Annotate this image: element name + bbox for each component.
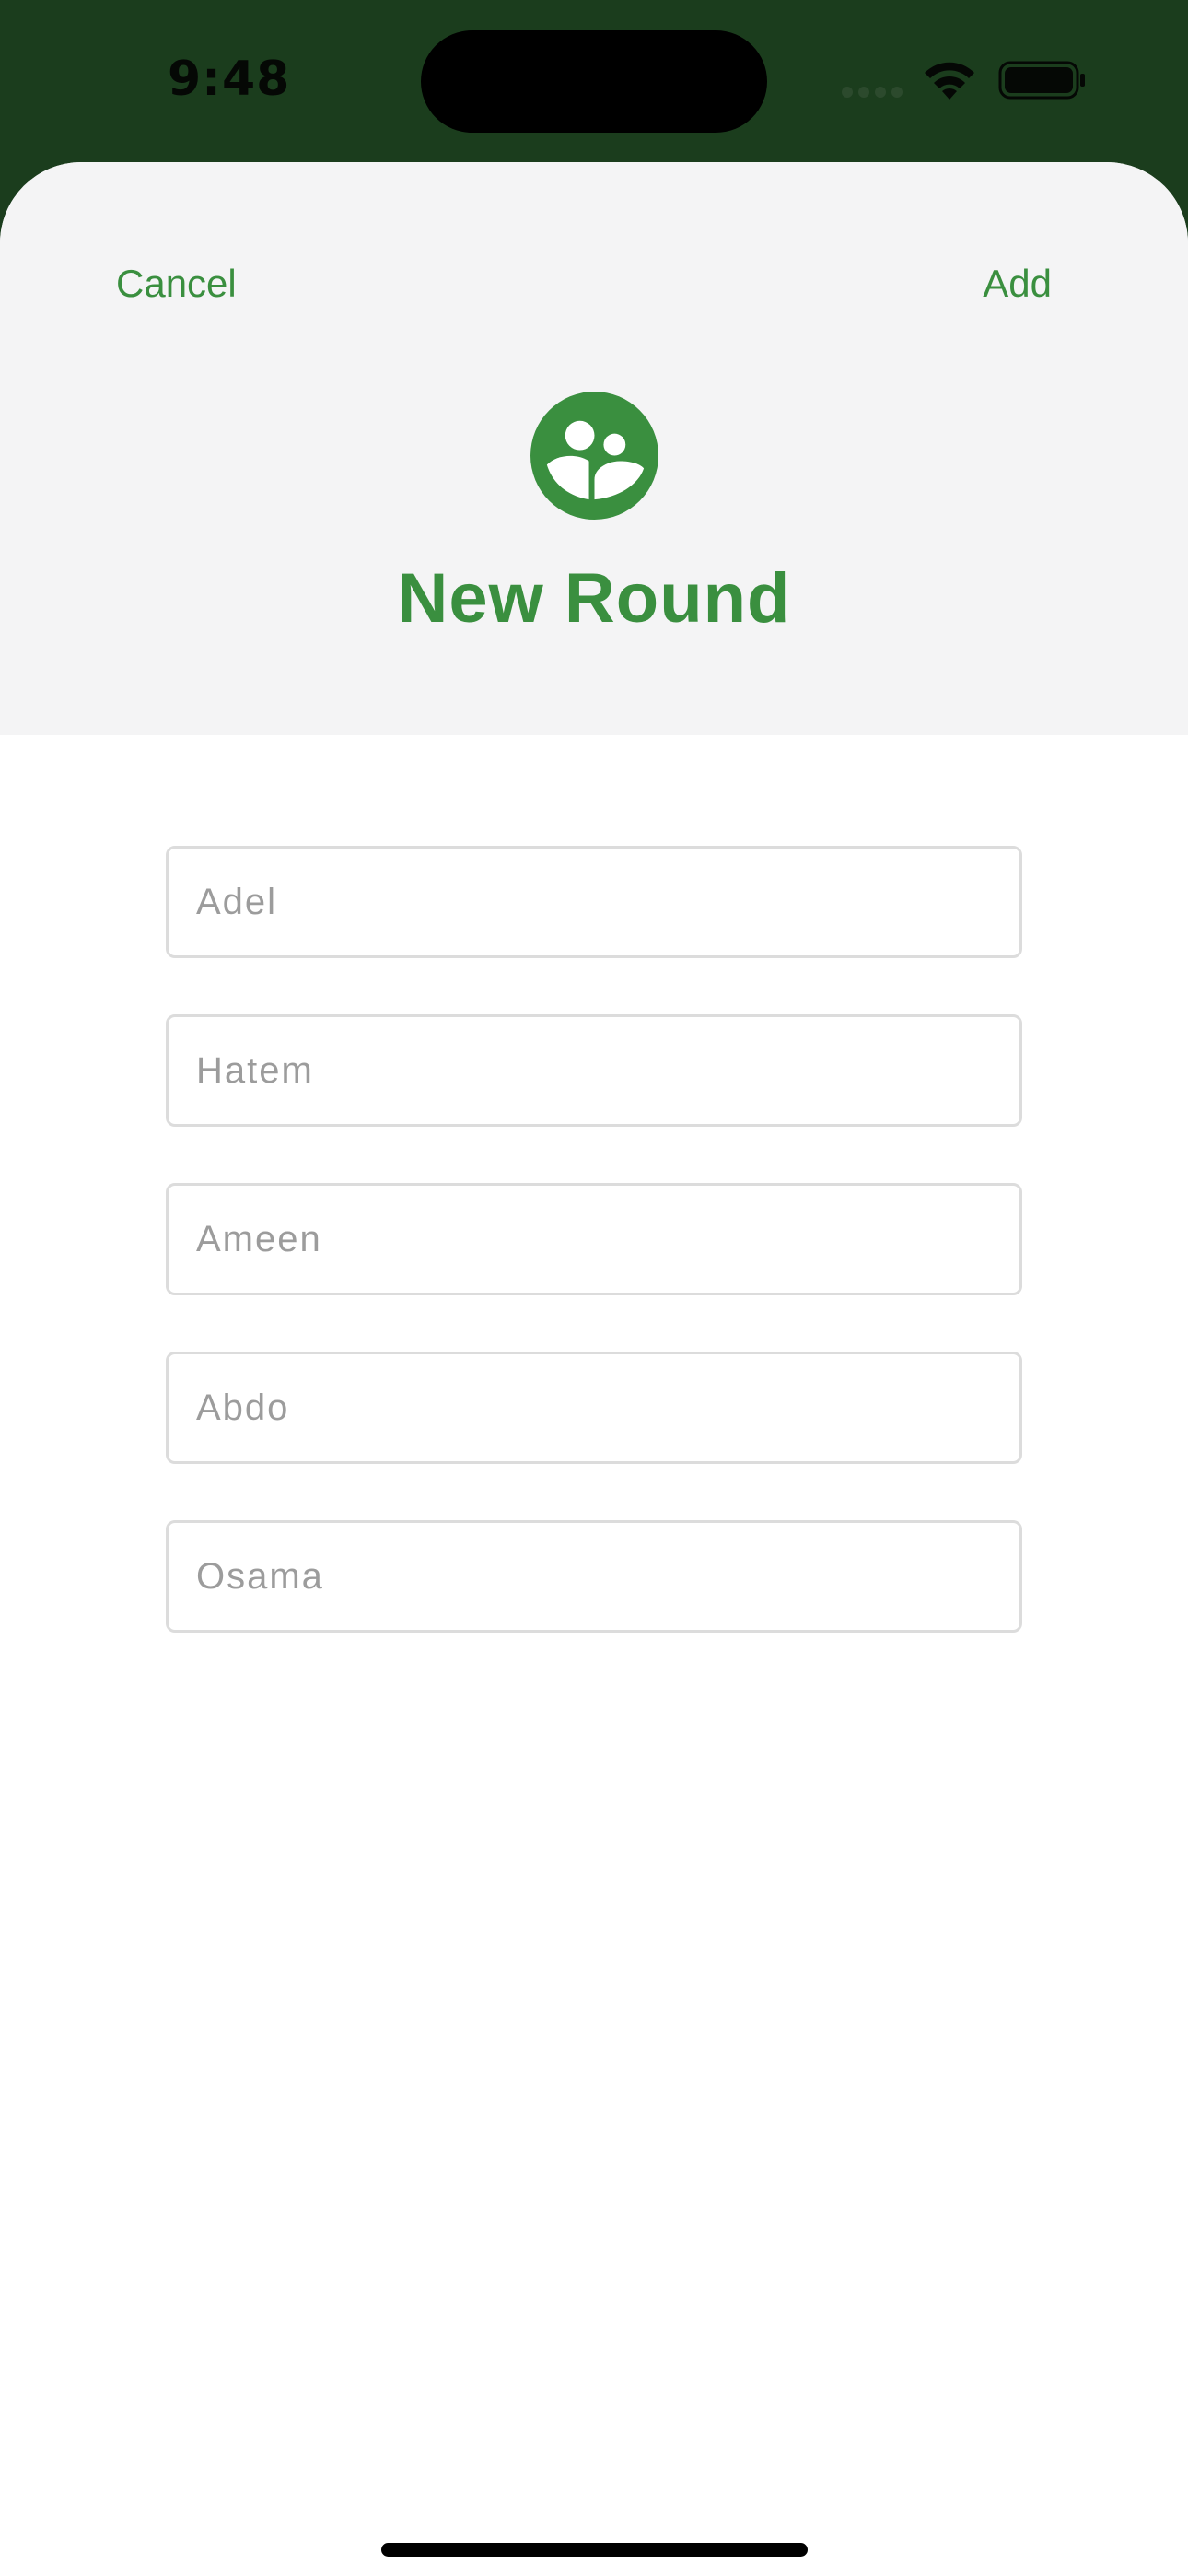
player-fields [166, 846, 1022, 1689]
cancel-button[interactable]: Cancel [116, 262, 237, 306]
battery-icon [998, 61, 1085, 100]
status-bar: 9:48 [0, 0, 1188, 164]
new-round-sheet: Cancel Add New Round [0, 162, 1188, 2576]
player-name-field-1[interactable] [166, 846, 1022, 958]
wifi-icon [925, 62, 974, 100]
player-name-field-5[interactable] [166, 1520, 1022, 1633]
player-name-field-2[interactable] [166, 1014, 1022, 1127]
group-icon [530, 392, 658, 520]
player-name-field-4[interactable] [166, 1352, 1022, 1464]
sheet-header: Cancel Add New Round [0, 162, 1188, 735]
add-button[interactable]: Add [983, 262, 1052, 306]
player-name-field-3[interactable] [166, 1183, 1022, 1295]
signal-icon [842, 87, 903, 98]
home-indicator[interactable] [381, 2543, 808, 2557]
page-title: New Round [397, 559, 791, 638]
dynamic-island [421, 30, 767, 133]
status-time: 9:48 [168, 52, 291, 107]
